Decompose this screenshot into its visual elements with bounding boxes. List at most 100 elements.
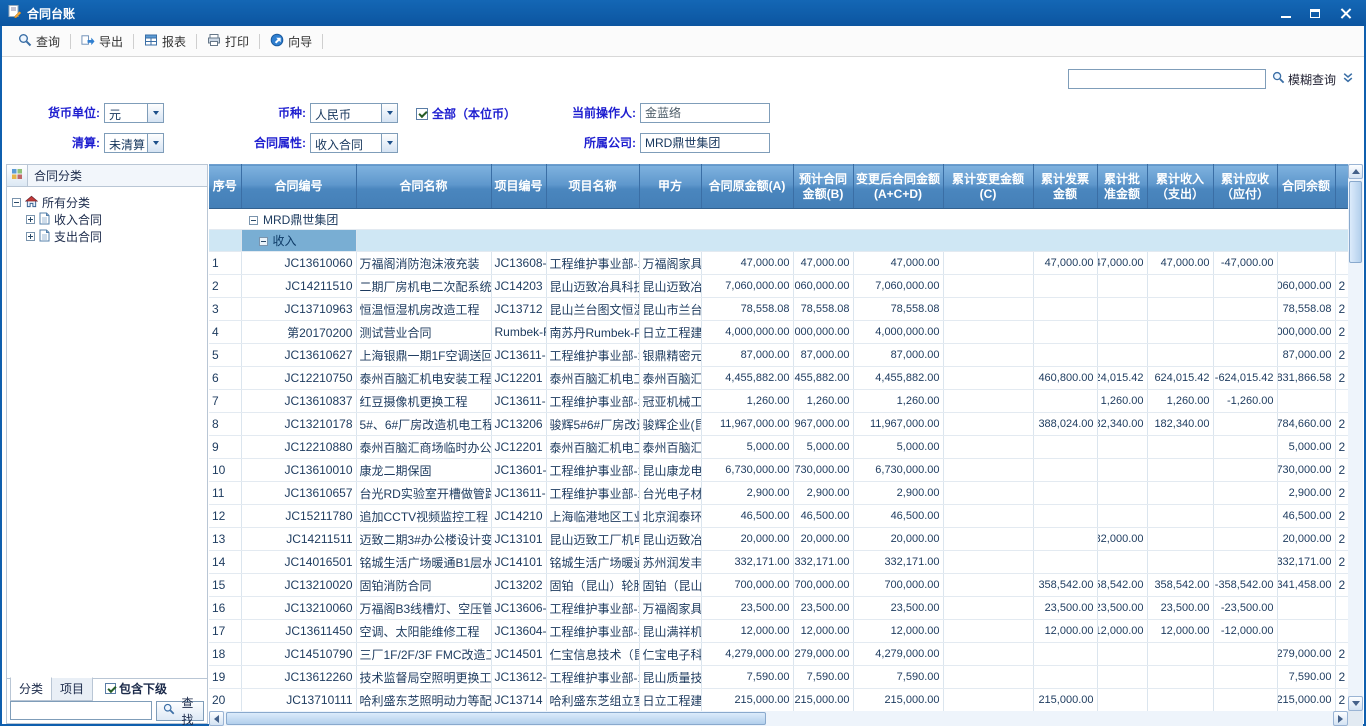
collapse-icon[interactable] <box>259 237 268 246</box>
cell[interactable]: 迈致二期3#办公楼设计变 <box>356 528 491 551</box>
tab-category[interactable]: 分类 <box>10 677 52 701</box>
minimize-button[interactable] <box>1272 4 1299 23</box>
cell[interactable]: 282,000.00 <box>1097 528 1147 551</box>
cell[interactable]: 47,000.00 <box>853 252 943 275</box>
cell[interactable]: 工程维护事业部-1 <box>546 252 639 275</box>
cell[interactable]: 工程维护事业部-1 <box>546 344 639 367</box>
find-button[interactable]: 查找 <box>156 701 204 721</box>
cell[interactable]: JC13611-1 <box>491 344 546 367</box>
column-header-5[interactable]: 项目名称 <box>546 165 639 209</box>
cell[interactable]: 哈利盛东芝组立室 <box>546 689 639 712</box>
cell[interactable] <box>1033 482 1097 505</box>
cell[interactable]: JC14203 <box>491 275 546 298</box>
cell[interactable]: 冠亚机械工 <box>639 390 701 413</box>
cell[interactable]: 苏州润发丰 <box>639 551 701 574</box>
column-header-7[interactable]: 合同原金额(A) <box>701 165 793 209</box>
cell[interactable]: 11,967,000.00 <box>701 413 793 436</box>
column-header-3[interactable]: 合同名称 <box>356 165 491 209</box>
cell[interactable] <box>1213 413 1277 436</box>
cell[interactable]: 3,831,866.58 <box>1277 367 1335 390</box>
cell[interactable] <box>1097 459 1147 482</box>
cell[interactable]: 19 <box>209 666 241 689</box>
cell[interactable] <box>943 413 1033 436</box>
currency-select[interactable]: 人民币 <box>310 103 398 123</box>
cell[interactable]: 昆山市兰台 <box>639 298 701 321</box>
cell[interactable]: 23,500.00 <box>1097 597 1147 620</box>
column-header-10[interactable]: 累计变更金额(C) <box>943 165 1033 209</box>
cell[interactable]: JC13210178 <box>241 413 356 436</box>
cell[interactable] <box>1147 643 1213 666</box>
toolbar-button-export[interactable]: 导出 <box>73 30 131 53</box>
column-header-14[interactable]: 累计应收（应付） <box>1213 165 1277 209</box>
cell[interactable] <box>1213 689 1277 712</box>
cell[interactable]: 测试营业合同 <box>356 321 491 344</box>
cell[interactable]: 332,171.00 <box>1277 551 1335 574</box>
cell[interactable] <box>1097 666 1147 689</box>
cell[interactable]: 23,500.00 <box>1147 597 1213 620</box>
cell[interactable] <box>1033 390 1097 413</box>
cell[interactable] <box>943 597 1033 620</box>
cell[interactable]: 1,260.00 <box>1097 390 1147 413</box>
cell[interactable]: 昆山迈致冶 <box>639 528 701 551</box>
cell[interactable]: 三厂1F/2F/3F FMC改造工程 <box>356 643 491 666</box>
cell[interactable]: JC14101 <box>491 551 546 574</box>
cell[interactable]: JC13101 <box>491 528 546 551</box>
cell[interactable]: JC13611-1 <box>491 482 546 505</box>
cell[interactable]: JC13606-1 <box>491 597 546 620</box>
currency-unit-select[interactable]: 元 <box>104 103 164 123</box>
cell[interactable]: 7,060,000.00 <box>1277 275 1335 298</box>
cell[interactable]: JC12210750 <box>241 367 356 390</box>
cell[interactable]: JC13610837 <box>241 390 356 413</box>
cell[interactable]: -47,000.00 <box>1213 252 1277 275</box>
column-header-4[interactable]: 项目编号 <box>491 165 546 209</box>
cell[interactable]: 技术监督局空照明更换工程 <box>356 666 491 689</box>
cell[interactable]: 仁宝电子科 <box>639 643 701 666</box>
cell[interactable]: 昆山迈致冶具科技 <box>546 275 639 298</box>
cell[interactable] <box>1033 551 1097 574</box>
cell[interactable] <box>1277 252 1335 275</box>
cell[interactable]: JC13712 <box>491 298 546 321</box>
cell[interactable]: JC13206 <box>491 413 546 436</box>
cell[interactable]: 7,060,000.00 <box>793 275 853 298</box>
cell[interactable]: 工程维护事业部-1 <box>546 597 639 620</box>
cell[interactable]: 泰州百脑汇机电工程 <box>546 436 639 459</box>
cell[interactable]: 182,340.00 <box>1147 413 1213 436</box>
cell[interactable]: 10 <box>209 459 241 482</box>
cell[interactable]: 骏辉企业(昆 <box>639 413 701 436</box>
cell[interactable] <box>1097 551 1147 574</box>
expand-icon[interactable] <box>26 215 35 224</box>
cell[interactable]: 5#、6#厂房改造机电工程 <box>356 413 491 436</box>
cell[interactable] <box>1213 459 1277 482</box>
cell[interactable]: 2,900.00 <box>1277 482 1335 505</box>
cell[interactable] <box>1213 344 1277 367</box>
maximize-button[interactable] <box>1301 4 1328 23</box>
cell[interactable]: 7 <box>209 390 241 413</box>
tree-root-label[interactable]: 所有分类 <box>42 194 90 211</box>
cell[interactable]: 2,900.00 <box>701 482 793 505</box>
cell[interactable]: 2 <box>1335 666 1348 689</box>
cell[interactable]: 624,015.42 <box>1097 367 1147 390</box>
collapse-icon[interactable] <box>249 216 258 225</box>
cell[interactable]: 11 <box>209 482 241 505</box>
cell[interactable]: 388,024.00 <box>1033 413 1097 436</box>
cell[interactable] <box>1147 482 1213 505</box>
cell[interactable]: 2 <box>1335 482 1348 505</box>
cell[interactable]: 台光电子材 <box>639 482 701 505</box>
cell[interactable]: 哈利盛东芝照明动力等配电 <box>356 689 491 712</box>
cell[interactable]: 7,590.00 <box>701 666 793 689</box>
cell[interactable] <box>943 574 1033 597</box>
cell[interactable]: -624,015.42 <box>1213 367 1277 390</box>
cell[interactable]: 2 <box>1335 436 1348 459</box>
cell[interactable] <box>1213 275 1277 298</box>
cell[interactable]: JC12201 <box>491 367 546 390</box>
cell[interactable] <box>1033 436 1097 459</box>
cell[interactable]: 4,279,000.00 <box>701 643 793 666</box>
tree-item-label[interactable]: 收入合同 <box>54 211 102 228</box>
cell[interactable]: 7,060,000.00 <box>701 275 793 298</box>
cell[interactable]: 铭城生活广场暖通 <box>546 551 639 574</box>
cell[interactable] <box>943 436 1033 459</box>
cell[interactable] <box>943 505 1033 528</box>
cell[interactable] <box>1213 643 1277 666</box>
cell[interactable]: 4,279,000.00 <box>793 643 853 666</box>
cell[interactable]: 6,730,000.00 <box>793 459 853 482</box>
